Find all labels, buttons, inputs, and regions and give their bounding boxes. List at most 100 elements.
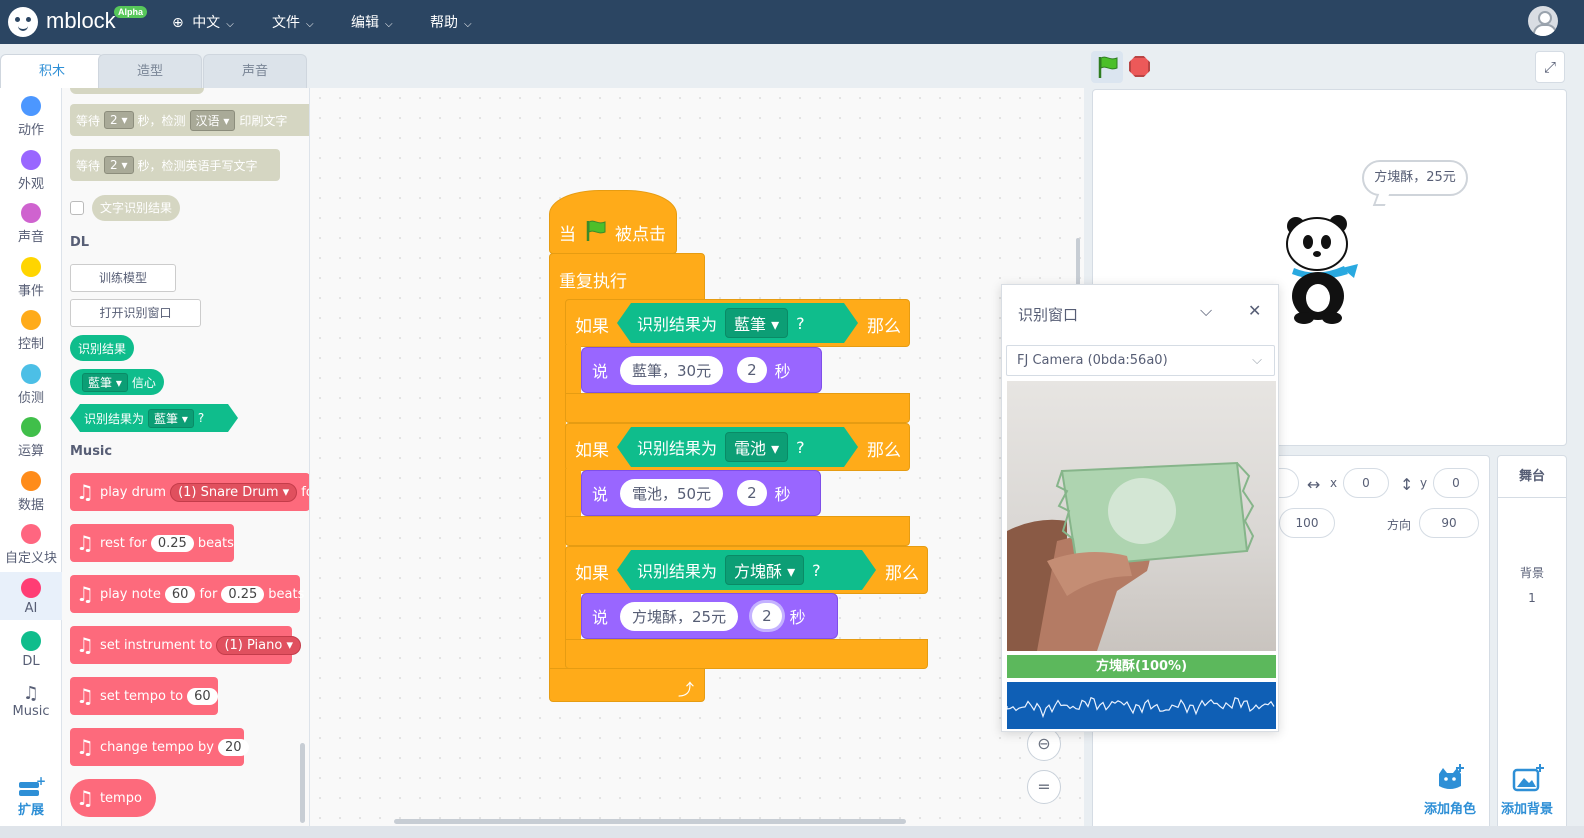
menu-edit[interactable]: 编辑 ⌵ [351,12,393,32]
say-text-input[interactable]: 藍筆，30元 [620,355,724,385]
beats-input[interactable]: 0.25 [150,534,194,552]
menu-help[interactable]: 帮助 ⌵ [430,12,472,32]
note-input[interactable]: 60 [164,585,196,603]
seconds-input[interactable]: 2 [752,603,782,629]
x-label: x [1330,476,1338,490]
workspace-horizontal-scrollbar[interactable] [394,819,906,824]
category-sound[interactable]: 声音 [0,203,62,245]
add-backdrop-label[interactable]: 添加背景 [1501,798,1553,817]
palette-block-set-instrument[interactable]: ♫ set instrument to (1) Piano ▾ [70,626,301,664]
instrument-dropdown[interactable]: (1) Piano ▾ [216,635,301,655]
category-motion[interactable]: 动作 [0,96,62,138]
category-music[interactable]: ♫ Music [0,684,62,720]
green-flag-icon [1098,56,1118,78]
palette-block-recognition-result[interactable]: 识别结果 [70,335,135,361]
user-avatar[interactable] [1528,6,1558,36]
open-recognition-window-button[interactable]: 打开识别窗口 [70,299,201,327]
category-control[interactable]: 控制 [0,310,62,352]
seconds-dropdown[interactable]: 2 ▾ [104,111,134,129]
seconds-dropdown[interactable]: 2 ▾ [104,156,134,174]
x-input[interactable]: 0 [1343,468,1389,498]
tab-blocks[interactable]: 积木 [0,54,104,88]
seconds-input[interactable]: 2 [737,357,767,383]
category-looks[interactable]: 外观 [0,150,62,192]
category-sensing[interactable]: 侦测 [0,364,62,406]
tab-costumes[interactable]: 造型 [98,54,202,88]
extension-button[interactable]: + 扩展 [0,774,62,818]
class-dropdown[interactable]: 藍筆 ▾ [82,372,128,392]
palette-block-tempo[interactable]: ♫ tempo [70,779,156,817]
class-dropdown[interactable]: 方塊酥 ▾ [725,555,804,585]
zoom-reset-button[interactable]: = [1027,770,1061,804]
seconds-input[interactable]: 2 [737,480,767,506]
say-for-secs-block[interactable]: 说 方塊酥，25元 2 秒 [581,593,838,639]
class-dropdown[interactable]: 藍筆 ▾ [725,308,788,338]
say-text-input[interactable]: 電池，50元 [620,478,724,508]
green-flag-button[interactable] [1091,51,1123,83]
block-palette: 等待 2 ▾ 秒，检测 汉语 ▾ 印刷文字 等待 2 ▾ 秒，检测英语手写文字 … [62,88,310,838]
class-dropdown[interactable]: 電池 ▾ [725,432,788,462]
menu-language[interactable]: ⊕ 中文 ⌵ [172,12,234,32]
palette-block-rest-for[interactable]: ♫ rest for 0.25 beats [70,524,234,562]
if-block-3-foot [565,639,928,669]
condition-result-is[interactable]: 识别结果为 電池 ▾ ? [617,427,858,467]
category-operators[interactable]: 运算 [0,417,62,459]
stop-button[interactable] [1129,56,1150,77]
category-dl[interactable]: DL [0,631,62,669]
mblock-logo-icon[interactable] [8,7,38,37]
palette-block-confidence[interactable]: 藍筆 ▾ 信心 [70,369,164,395]
music-note-icon: ♫ [76,735,94,759]
tempo-change-input[interactable]: 20 [217,738,249,756]
palette-block-result-is[interactable]: 识别结果为 藍筆 ▾ ? [70,404,238,432]
palette-block-text-result[interactable]: 文字识别结果 [92,195,181,221]
if-block-2-arm [565,469,581,519]
category-my-blocks[interactable]: 自定义块 [0,524,62,566]
bottom-strip [0,826,1584,838]
train-model-button[interactable]: 训练模型 [70,264,176,292]
palette-scrollbar[interactable] [300,743,305,823]
zoom-out-button[interactable]: ⊖ [1027,727,1061,761]
category-events[interactable]: 事件 [0,257,62,299]
fullscreen-button[interactable]: ⤢ [1535,51,1565,83]
menu-file[interactable]: 文件 ⌵ [272,12,314,32]
category-dot-icon [21,364,41,384]
palette-block-play-drum[interactable]: ♫ play drum (1) Snare Drum ▾ for [70,473,309,511]
if-block-1-arm [565,345,581,395]
palette-block-set-tempo[interactable]: ♫ set tempo to 60 [70,677,218,715]
add-sprite-label[interactable]: 添加角色 [1424,798,1476,817]
close-icon[interactable]: ✕ [1248,301,1261,320]
say-for-secs-block[interactable]: 说 電池，50元 2 秒 [581,470,821,516]
palette-block-partial[interactable] [70,88,204,94]
palette-block-wait-detect-print[interactable]: 等待 2 ▾ 秒，检测 汉语 ▾ 印刷文字 [70,104,309,136]
say-for-secs-block[interactable]: 说 藍筆，30元 2 秒 [581,347,822,393]
palette-block-change-tempo[interactable]: ♫ change tempo by 20 [70,728,249,766]
condition-result-is[interactable]: 识别结果为 藍筆 ▾ ? [617,303,858,343]
palette-block-wait-detect-handwriting[interactable]: 等待 2 ▾ 秒，检测英语手写文字 [70,149,280,181]
camera-select[interactable]: FJ Camera (0bda:56a0) ⌵ [1006,345,1275,376]
collapse-chevron-icon[interactable]: ⌵ [1200,301,1212,321]
add-sprite-icon[interactable] [1423,764,1473,792]
music-note-icon: ♫ [76,786,94,810]
drum-dropdown[interactable]: (1) Snare Drum ▾ [170,482,298,502]
condition-result-is[interactable]: 识别结果为 方塊酥 ▾ ? [617,550,876,590]
logo-text[interactable]: mblock [46,8,116,34]
language-dropdown[interactable]: 汉语 ▾ [189,109,236,131]
direction-input[interactable]: 90 [1419,508,1479,538]
tab-sounds[interactable]: 声音 [203,54,307,88]
panda-sprite[interactable] [1282,212,1366,324]
add-backdrop-icon[interactable] [1512,764,1552,792]
category-ai[interactable]: AI [0,572,62,620]
y-input[interactable]: 0 [1433,468,1479,498]
text-result-checkbox[interactable] [70,201,84,215]
beats-input[interactable]: 0.25 [221,585,265,603]
camera-preview [1007,381,1276,651]
category-dot-icon [21,203,41,223]
size-input[interactable]: 100 [1279,508,1335,538]
category-dot-icon [21,524,41,544]
stage-panel[interactable]: 舞台 背景 1 添加背景 [1497,455,1567,831]
palette-block-play-note[interactable]: ♫ play note 60 for 0.25 beats [70,575,304,613]
say-text-input[interactable]: 方塊酥，25元 [620,601,739,631]
category-data[interactable]: 数据 [0,471,62,513]
tempo-input[interactable]: 60 [187,687,218,705]
class-dropdown[interactable]: 藍筆 ▾ [148,409,194,428]
